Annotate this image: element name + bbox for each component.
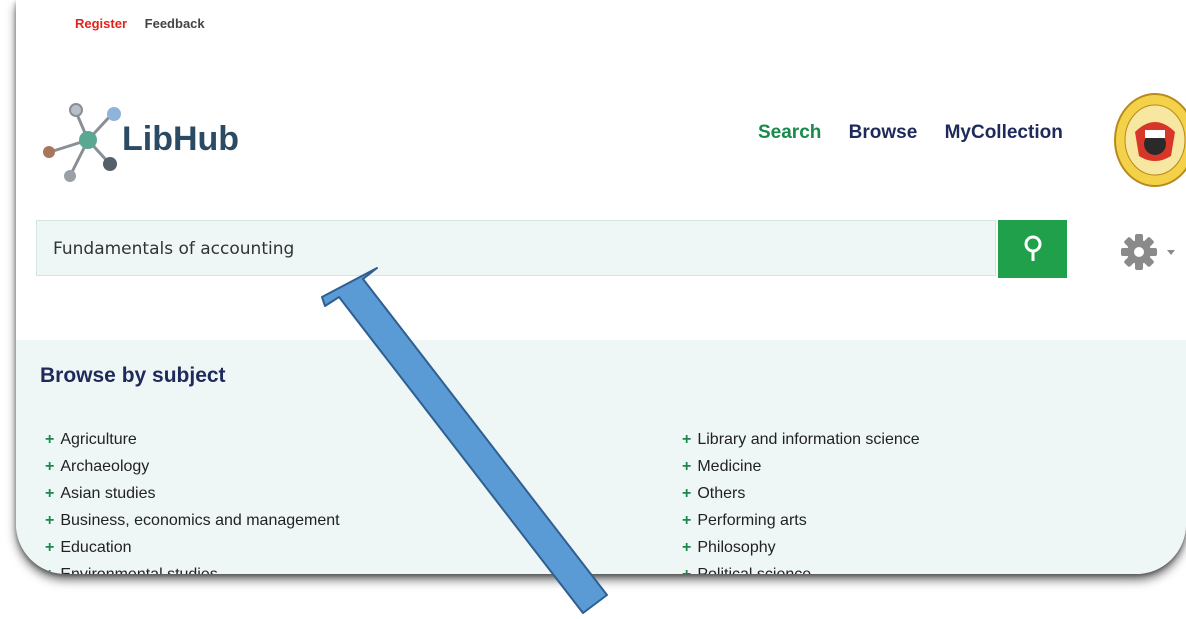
search-button[interactable]: [998, 220, 1067, 278]
subject-item[interactable]: + Philosophy: [682, 534, 920, 561]
nav-browse[interactable]: Browse: [849, 122, 918, 144]
subject-item[interactable]: + Library and information science: [682, 426, 920, 453]
search-input[interactable]: [53, 221, 973, 277]
subject-list-left: + Agriculture + Archaeology + Asian studies…: [45, 426, 340, 574]
top-links: Register Feedback: [75, 16, 219, 31]
expand-plus-icon: +: [682, 431, 692, 448]
register-link[interactable]: Register: [75, 16, 127, 31]
browse-by-subject-title: Browse by subject: [40, 364, 226, 387]
expand-plus-icon: +: [45, 431, 55, 448]
feedback-link[interactable]: Feedback: [145, 16, 205, 31]
screenshot-stage: Register Feedback LibHub Search Browse M…: [0, 0, 1186, 619]
subject-item[interactable]: + Education: [45, 534, 340, 561]
subject-item[interactable]: +Environmental studies: [45, 561, 340, 574]
browse-by-subject-section: Browse by subject + Agriculture + Archaeol…: [16, 340, 1186, 574]
expand-plus-icon: +: [682, 485, 692, 502]
subject-list-right: + Library and information science + Medici…: [682, 426, 920, 574]
nav-my-collection[interactable]: MyCollection: [945, 122, 1063, 144]
subject-item[interactable]: + Archaeology: [45, 453, 340, 480]
network-logo-icon: [43, 103, 121, 182]
expand-plus-icon: +: [45, 512, 55, 529]
libhub-logo[interactable]: LibHub: [40, 94, 260, 184]
logo-text: LibHub: [122, 120, 240, 158]
expand-plus-icon: +: [682, 566, 691, 574]
settings-menu[interactable]: [1121, 232, 1186, 272]
gear-icon: [1121, 234, 1175, 270]
subject-item[interactable]: + Agriculture: [45, 426, 340, 453]
university-seal-icon: [1114, 93, 1186, 187]
main-nav: Search Browse MyCollection: [758, 122, 1063, 144]
libhub-page: Register Feedback LibHub Search Browse M…: [16, 0, 1186, 574]
search-icon: [1024, 235, 1041, 261]
subject-item[interactable]: + Asian studies: [45, 480, 340, 507]
subject-item[interactable]: + Performing arts: [682, 507, 920, 534]
expand-plus-icon: +: [682, 539, 692, 556]
subject-item[interactable]: + Medicine: [682, 453, 920, 480]
expand-plus-icon: +: [45, 458, 55, 475]
search-bar: [36, 220, 996, 277]
subject-item[interactable]: + Others: [682, 480, 920, 507]
subject-item[interactable]: +Political science: [682, 561, 920, 574]
expand-plus-icon: +: [45, 539, 55, 556]
subject-item[interactable]: + Business, economics and management: [45, 507, 340, 534]
nav-search[interactable]: Search: [758, 122, 821, 144]
expand-plus-icon: +: [682, 512, 692, 529]
expand-plus-icon: +: [45, 566, 54, 574]
chevron-down-icon: [1167, 250, 1175, 255]
expand-plus-icon: +: [682, 458, 692, 475]
expand-plus-icon: +: [45, 485, 55, 502]
